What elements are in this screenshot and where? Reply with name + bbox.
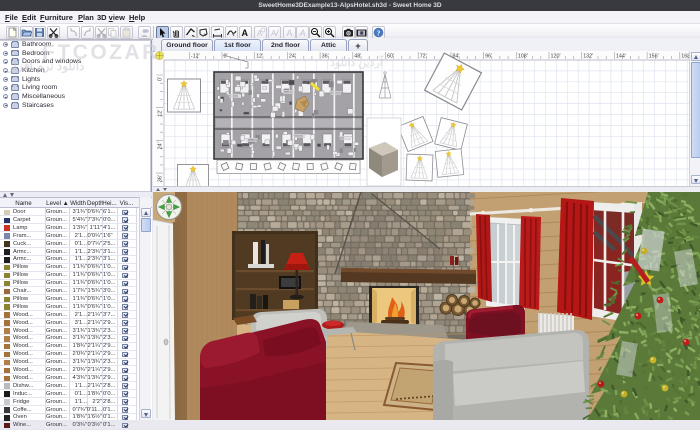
svg-text:A: A	[257, 29, 263, 38]
svg-text:12': 12'	[256, 54, 263, 60]
svg-text:36': 36'	[322, 54, 329, 60]
svg-text:0': 0'	[224, 54, 228, 60]
svg-text:156': 156'	[649, 54, 659, 60]
svg-text:-12': -12'	[191, 54, 200, 60]
svg-text:A: A	[298, 28, 305, 38]
svg-text:A: A	[271, 29, 277, 38]
svg-text:A: A	[286, 28, 292, 38]
svg-text:?: ?	[377, 28, 381, 37]
svg-text:96': 96'	[485, 54, 492, 60]
svg-text:72': 72'	[420, 54, 427, 60]
svg-text:24': 24'	[289, 54, 296, 60]
svg-text:60': 60'	[387, 54, 394, 60]
svg-text:12': 12'	[158, 110, 164, 117]
svg-text:108': 108'	[518, 54, 528, 60]
svg-text:A: A	[241, 28, 248, 38]
svg-text:144': 144'	[616, 54, 626, 60]
svg-text:24': 24'	[158, 142, 164, 149]
svg-text:0': 0'	[158, 77, 164, 81]
svg-text:36': 36'	[158, 175, 164, 182]
svg-text:132': 132'	[583, 54, 593, 60]
svg-text:120': 120'	[551, 54, 561, 60]
